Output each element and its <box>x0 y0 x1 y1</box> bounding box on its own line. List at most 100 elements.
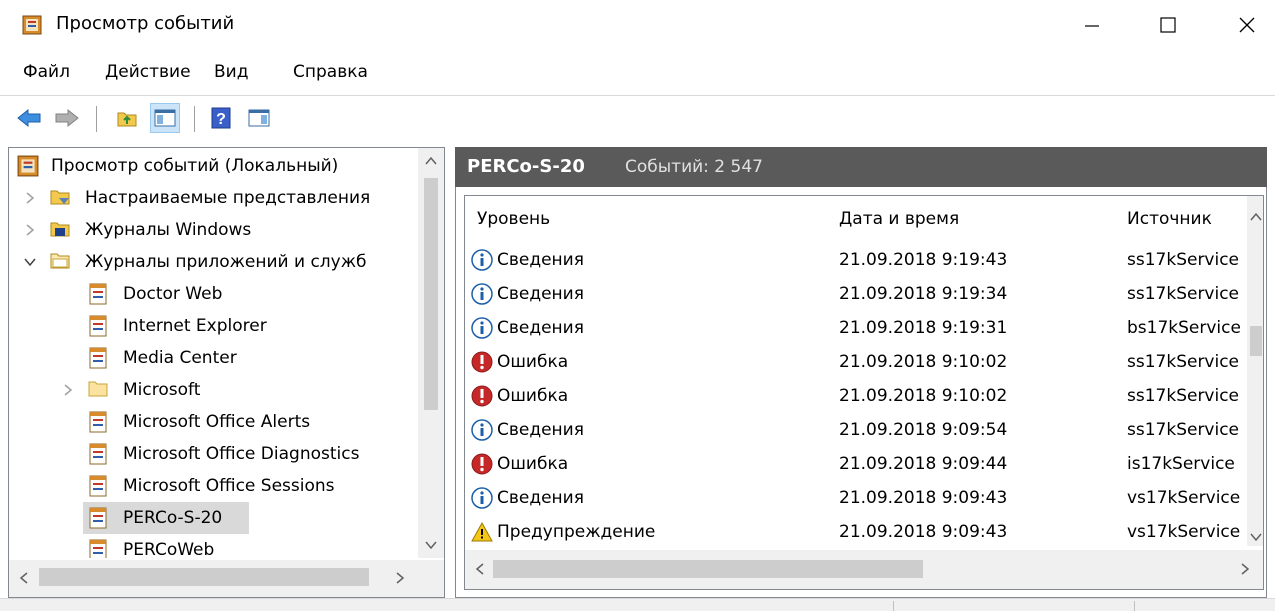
expand-arrow-icon[interactable] <box>23 191 37 205</box>
tree-item-percoweb[interactable]: PERCoWeb <box>9 534 419 558</box>
minimize-icon <box>1085 25 1099 27</box>
scroll-down-icon[interactable] <box>1250 532 1262 542</box>
tree-item-label: Журналы приложений и служб <box>85 252 367 272</box>
custom-views-icon <box>50 190 70 205</box>
tree-item-label: Microsoft Office Diagnostics <box>123 444 360 464</box>
tree-item-label: Internet Explorer <box>123 316 267 336</box>
forward-button[interactable] <box>52 103 82 133</box>
tree-item-label: Microsoft Office Sessions <box>123 476 335 496</box>
menu-view[interactable]: Вид <box>214 62 248 82</box>
log-icon <box>89 507 107 529</box>
maximize-button[interactable] <box>1140 0 1196 50</box>
column-header-datetime[interactable]: Дата и время <box>839 196 959 242</box>
title-bar: Просмотр событий <box>0 0 1275 50</box>
column-header-source[interactable]: Источник <box>1127 196 1212 242</box>
info-icon <box>471 487 493 509</box>
tree-item-doctor-web[interactable]: Doctor Web <box>9 278 419 310</box>
event-row[interactable]: Сведения 21.09.2018 9:19:43 ss17kService <box>465 244 1245 278</box>
event-count: Событий: 2 547 <box>625 157 763 177</box>
tree-item-label: Media Center <box>123 348 237 368</box>
expand-arrow-icon[interactable] <box>23 223 37 237</box>
scroll-left-icon[interactable] <box>475 563 485 575</box>
collapse-arrow-icon[interactable] <box>23 255 37 269</box>
event-level: Сведения <box>497 488 584 508</box>
log-icon <box>89 347 107 369</box>
menu-action[interactable]: Действие <box>105 62 191 82</box>
tree-item-app-service-logs[interactable]: Журналы приложений и служб <box>9 246 419 278</box>
show-hide-tree-icon <box>154 109 176 127</box>
events-list[interactable]: Уровень Дата и время Источник Сведения 21… <box>464 195 1264 590</box>
show-hide-tree-button[interactable] <box>150 103 180 133</box>
event-level: Ошибка <box>497 386 569 406</box>
log-icon <box>89 411 107 433</box>
event-datetime: 21.09.2018 9:19:34 <box>839 284 1008 304</box>
event-source: ss17kService <box>1127 250 1240 270</box>
scroll-left-icon[interactable] <box>19 572 29 584</box>
tree-item-microsoft[interactable]: Microsoft <box>9 374 419 406</box>
log-icon <box>89 475 107 497</box>
error-icon <box>471 385 493 407</box>
tree-root[interactable]: Просмотр событий (Локальный) <box>9 150 419 182</box>
error-icon <box>471 351 493 373</box>
tree-item-office-diagnostics[interactable]: Microsoft Office Diagnostics <box>9 438 419 470</box>
event-row[interactable]: Ошибка 21.09.2018 9:10:02 ss17kService <box>465 380 1245 414</box>
help-button[interactable]: ? <box>206 103 236 133</box>
tree-item-windows-logs[interactable]: Журналы Windows <box>9 214 419 246</box>
event-datetime: 21.09.2018 9:09:44 <box>839 454 1008 474</box>
scrollbar-thumb[interactable] <box>493 560 923 578</box>
scroll-down-icon[interactable] <box>425 540 437 550</box>
console-tree[interactable]: Просмотр событий (Локальный) Настраиваем… <box>8 147 445 598</box>
event-source: ss17kService <box>1127 352 1240 372</box>
event-row[interactable]: Сведения 21.09.2018 9:19:31 bs17kService <box>465 312 1245 346</box>
expand-arrow-icon[interactable] <box>61 383 75 397</box>
back-button[interactable] <box>14 103 44 133</box>
error-icon <box>471 453 493 475</box>
event-source: vs17kService <box>1127 522 1241 542</box>
status-bar <box>0 598 1275 611</box>
menu-help[interactable]: Справка <box>293 62 368 82</box>
scrollbar-thumb[interactable] <box>424 178 438 410</box>
log-header: PERCo-S-20 Событий: 2 547 <box>455 147 1267 187</box>
event-level: Сведения <box>497 420 584 440</box>
tree-item-office-sessions[interactable]: Microsoft Office Sessions <box>9 470 419 502</box>
events-vertical-scrollbar[interactable] <box>1247 196 1263 546</box>
scroll-up-icon[interactable] <box>425 156 437 166</box>
tree-item-custom-views[interactable]: Настраиваемые представления <box>9 182 419 214</box>
event-row[interactable]: Ошибка 21.09.2018 9:10:02 ss17kService <box>465 346 1245 380</box>
event-row[interactable]: Ошибка 21.09.2018 9:09:44 is17kService <box>465 448 1245 482</box>
event-row[interactable]: Сведения 21.09.2018 9:09:54 ss17kService <box>465 414 1245 448</box>
event-level: Сведения <box>497 284 584 304</box>
event-level: Сведения <box>497 318 584 338</box>
menu-separator <box>0 95 1275 96</box>
column-header-level[interactable]: Уровень <box>477 196 550 242</box>
scroll-up-icon[interactable] <box>1250 212 1262 222</box>
scrollbar-thumb[interactable] <box>39 568 369 586</box>
show-hide-action-pane-button[interactable] <box>244 103 274 133</box>
tree-horizontal-scrollbar[interactable] <box>9 560 444 597</box>
tree-item-perco-s-20[interactable]: PERCo-S-20 <box>83 502 249 534</box>
event-row[interactable]: Предупреждение 21.09.2018 9:09:43 vs17kSer… <box>465 516 1245 550</box>
tree-item-label: PERCoWeb <box>123 540 215 558</box>
events-horizontal-scrollbar[interactable] <box>465 550 1263 589</box>
tree-item-office-alerts[interactable]: Microsoft Office Alerts <box>9 406 419 438</box>
tree-item-internet-explorer[interactable]: Internet Explorer <box>9 310 419 342</box>
close-button[interactable] <box>1219 0 1275 50</box>
scroll-right-icon[interactable] <box>395 572 405 584</box>
event-row[interactable]: Сведения 21.09.2018 9:19:34 ss17kService <box>465 278 1245 312</box>
up-folder-button[interactable] <box>112 103 142 133</box>
scrollbar-thumb[interactable] <box>1250 326 1262 356</box>
events-pane: Уровень Дата и время Источник Сведения 21… <box>455 187 1267 598</box>
tree-vertical-scrollbar[interactable] <box>418 148 444 558</box>
scroll-right-icon[interactable] <box>1240 563 1250 575</box>
info-icon <box>471 249 493 271</box>
tree-item-media-center[interactable]: Media Center <box>9 342 419 374</box>
forward-icon <box>55 108 79 128</box>
event-viewer-icon <box>22 15 42 35</box>
menu-file[interactable]: Файл <box>23 62 70 82</box>
show-hide-action-pane-icon <box>248 109 270 127</box>
event-datetime: 21.09.2018 9:09:43 <box>839 522 1008 542</box>
event-row[interactable]: Сведения 21.09.2018 9:09:43 vs17kService <box>465 482 1245 516</box>
minimize-button[interactable] <box>1064 0 1120 50</box>
tree-item-label: Microsoft Office Alerts <box>123 412 311 432</box>
tree-item-label: PERCo-S-20 <box>123 508 223 528</box>
